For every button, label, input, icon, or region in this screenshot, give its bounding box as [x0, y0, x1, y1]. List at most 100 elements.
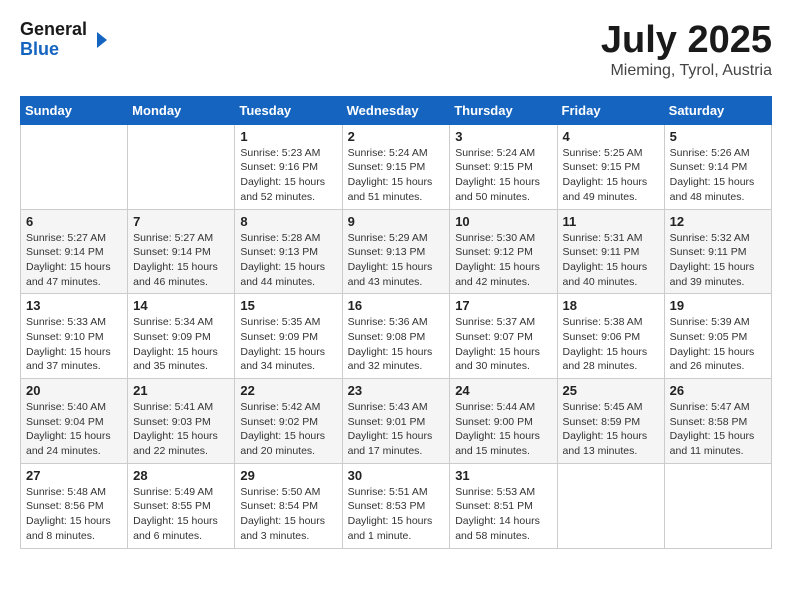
day-info: Sunrise: 5:44 AM Sunset: 9:00 PM Dayligh… — [455, 400, 551, 459]
day-number: 8 — [240, 214, 336, 229]
day-info: Sunrise: 5:47 AM Sunset: 8:58 PM Dayligh… — [670, 400, 766, 459]
calendar-cell: 29Sunrise: 5:50 AM Sunset: 8:54 PM Dayli… — [235, 463, 342, 548]
calendar-cell: 17 Sunrise: 5:37 AM Sunset: 9:07 PM Dayli… — [450, 294, 557, 379]
calendar-cell: 23 Sunrise: 5:43 AM Sunset: 9:01 PM Dayli… — [342, 379, 450, 464]
day-info: Sunrise: 5:45 AM Sunset: 8:59 PM Dayligh… — [563, 400, 659, 459]
day-info: Sunrise: 5:23 AM Sunset: 9:16 PM Dayligh… — [240, 146, 336, 205]
calendar-cell: 28 Sunrise: 5:49 AM Sunset: 8:55 PM Dayli… — [128, 463, 235, 548]
logo-blue: Blue — [20, 40, 87, 60]
calendar-cell — [21, 124, 128, 209]
day-info: Sunrise: 5:24 AM Sunset: 9:15 PM Dayligh… — [455, 146, 551, 205]
day-number: 6 — [26, 214, 122, 229]
month-title: July 2025 — [601, 20, 772, 62]
day-info: Sunrise: 5:51 AM Sunset: 8:53 PM Dayligh… — [348, 485, 445, 544]
calendar-cell: 5Sunrise: 5:26 AM Sunset: 9:14 PM Daylig… — [664, 124, 771, 209]
logo: General Blue — [20, 20, 109, 60]
calendar-cell: 19 Sunrise: 5:39 AM Sunset: 9:05 PM Dayli… — [664, 294, 771, 379]
day-number: 2 — [348, 129, 445, 144]
weekday-header-row: SundayMondayTuesdayWednesdayThursdayFrid… — [21, 96, 772, 124]
day-number: 23 — [348, 383, 445, 398]
day-number: 12 — [670, 214, 766, 229]
day-number: 15 — [240, 298, 336, 313]
calendar-week-row: 1 Sunrise: 5:23 AM Sunset: 9:16 PM Daylig… — [21, 124, 772, 209]
calendar-cell: 18 Sunrise: 5:38 AM Sunset: 9:06 PM Dayli… — [557, 294, 664, 379]
day-number: 3 — [455, 129, 551, 144]
day-number: 16 — [348, 298, 445, 313]
day-number: 28 — [133, 468, 229, 483]
day-number: 19 — [670, 298, 766, 313]
day-number: 20 — [26, 383, 122, 398]
calendar-cell: 21Sunrise: 5:41 AM Sunset: 9:03 PM Dayli… — [128, 379, 235, 464]
day-info: Sunrise: 5:42 AM Sunset: 9:02 PM Dayligh… — [240, 400, 336, 459]
day-number: 13 — [26, 298, 122, 313]
day-info: Sunrise: 5:53 AM Sunset: 8:51 PM Dayligh… — [455, 485, 551, 544]
calendar-cell: 15 Sunrise: 5:35 AM Sunset: 9:09 PM Dayli… — [235, 294, 342, 379]
day-info: Sunrise: 5:31 AM Sunset: 9:11 PM Dayligh… — [563, 231, 659, 290]
day-info: Sunrise: 5:26 AM Sunset: 9:14 PM Dayligh… — [670, 146, 766, 205]
calendar-cell: 13Sunrise: 5:33 AM Sunset: 9:10 PM Dayli… — [21, 294, 128, 379]
day-number: 22 — [240, 383, 336, 398]
calendar-cell: 11 Sunrise: 5:31 AM Sunset: 9:11 PM Dayli… — [557, 209, 664, 294]
calendar-cell — [128, 124, 235, 209]
location: Mieming, Tyrol, Austria — [601, 62, 772, 80]
calendar-table: SundayMondayTuesdayWednesdayThursdayFrid… — [20, 96, 772, 549]
calendar-cell: 20 Sunrise: 5:40 AM Sunset: 9:04 PM Dayli… — [21, 379, 128, 464]
calendar-cell: 14Sunrise: 5:34 AM Sunset: 9:09 PM Dayli… — [128, 294, 235, 379]
logo-icon — [89, 30, 109, 50]
logo-text-block: General Blue — [20, 20, 109, 60]
calendar-cell — [664, 463, 771, 548]
calendar-cell: 31 Sunrise: 5:53 AM Sunset: 8:51 PM Dayli… — [450, 463, 557, 548]
day-number: 31 — [455, 468, 551, 483]
day-info: Sunrise: 5:43 AM Sunset: 9:01 PM Dayligh… — [348, 400, 445, 459]
day-info: Sunrise: 5:32 AM Sunset: 9:11 PM Dayligh… — [670, 231, 766, 290]
day-number: 14 — [133, 298, 229, 313]
day-info: Sunrise: 5:37 AM Sunset: 9:07 PM Dayligh… — [455, 315, 551, 374]
day-info: Sunrise: 5:27 AM Sunset: 9:14 PM Dayligh… — [26, 231, 122, 290]
day-info: Sunrise: 5:40 AM Sunset: 9:04 PM Dayligh… — [26, 400, 122, 459]
logo-general: General — [20, 20, 87, 40]
day-number: 1 — [240, 129, 336, 144]
day-info: Sunrise: 5:48 AM Sunset: 8:56 PM Dayligh… — [26, 485, 122, 544]
weekday-header: Tuesday — [235, 96, 342, 124]
weekday-header: Wednesday — [342, 96, 450, 124]
day-number: 4 — [563, 129, 659, 144]
day-info: Sunrise: 5:39 AM Sunset: 9:05 PM Dayligh… — [670, 315, 766, 374]
day-number: 26 — [670, 383, 766, 398]
calendar-cell: 27Sunrise: 5:48 AM Sunset: 8:56 PM Dayli… — [21, 463, 128, 548]
calendar-cell: 4 Sunrise: 5:25 AM Sunset: 9:15 PM Daylig… — [557, 124, 664, 209]
day-info: Sunrise: 5:35 AM Sunset: 9:09 PM Dayligh… — [240, 315, 336, 374]
day-number: 21 — [133, 383, 229, 398]
day-info: Sunrise: 5:49 AM Sunset: 8:55 PM Dayligh… — [133, 485, 229, 544]
day-number: 7 — [133, 214, 229, 229]
calendar-cell: 8 Sunrise: 5:28 AM Sunset: 9:13 PM Daylig… — [235, 209, 342, 294]
calendar-week-row: 20 Sunrise: 5:40 AM Sunset: 9:04 PM Dayli… — [21, 379, 772, 464]
day-info: Sunrise: 5:28 AM Sunset: 9:13 PM Dayligh… — [240, 231, 336, 290]
day-info: Sunrise: 5:29 AM Sunset: 9:13 PM Dayligh… — [348, 231, 445, 290]
calendar-cell: 7 Sunrise: 5:27 AM Sunset: 9:14 PM Daylig… — [128, 209, 235, 294]
calendar-cell: 24 Sunrise: 5:44 AM Sunset: 9:00 PM Dayli… — [450, 379, 557, 464]
weekday-header: Thursday — [450, 96, 557, 124]
calendar-week-row: 6 Sunrise: 5:27 AM Sunset: 9:14 PM Daylig… — [21, 209, 772, 294]
day-number: 29 — [240, 468, 336, 483]
calendar-cell: 22 Sunrise: 5:42 AM Sunset: 9:02 PM Dayli… — [235, 379, 342, 464]
calendar-week-row: 13Sunrise: 5:33 AM Sunset: 9:10 PM Dayli… — [21, 294, 772, 379]
calendar-cell: 26 Sunrise: 5:47 AM Sunset: 8:58 PM Dayli… — [664, 379, 771, 464]
calendar-cell: 9Sunrise: 5:29 AM Sunset: 9:13 PM Daylig… — [342, 209, 450, 294]
weekday-header: Monday — [128, 96, 235, 124]
day-info: Sunrise: 5:27 AM Sunset: 9:14 PM Dayligh… — [133, 231, 229, 290]
calendar-cell: 25Sunrise: 5:45 AM Sunset: 8:59 PM Dayli… — [557, 379, 664, 464]
calendar-cell: 1 Sunrise: 5:23 AM Sunset: 9:16 PM Daylig… — [235, 124, 342, 209]
calendar-cell: 30Sunrise: 5:51 AM Sunset: 8:53 PM Dayli… — [342, 463, 450, 548]
day-info: Sunrise: 5:25 AM Sunset: 9:15 PM Dayligh… — [563, 146, 659, 205]
calendar-cell: 12 Sunrise: 5:32 AM Sunset: 9:11 PM Dayli… — [664, 209, 771, 294]
day-number: 17 — [455, 298, 551, 313]
logo-text: General Blue — [20, 20, 87, 60]
day-info: Sunrise: 5:36 AM Sunset: 9:08 PM Dayligh… — [348, 315, 445, 374]
day-number: 18 — [563, 298, 659, 313]
weekday-header: Sunday — [21, 96, 128, 124]
day-info: Sunrise: 5:38 AM Sunset: 9:06 PM Dayligh… — [563, 315, 659, 374]
weekday-header: Friday — [557, 96, 664, 124]
day-number: 11 — [563, 214, 659, 229]
day-number: 24 — [455, 383, 551, 398]
calendar-cell: 10Sunrise: 5:30 AM Sunset: 9:12 PM Dayli… — [450, 209, 557, 294]
